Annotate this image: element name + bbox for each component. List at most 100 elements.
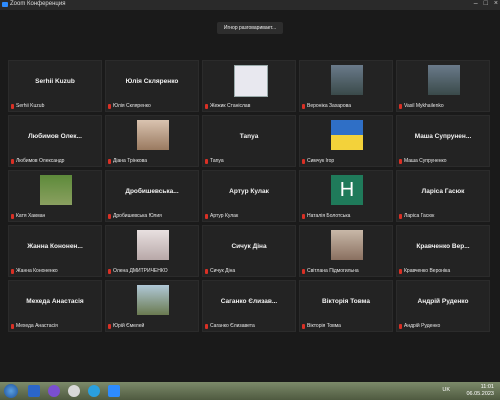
participant-tile[interactable]: Катя Хакман	[8, 170, 102, 222]
muted-mic-icon	[302, 323, 305, 329]
muted-mic-icon	[205, 103, 208, 109]
participant-name-label: Любимов Олександр	[16, 158, 65, 164]
chrome-icon[interactable]	[68, 385, 80, 397]
muted-mic-icon	[108, 268, 111, 274]
participant-name-label: Ларіса Гасюк	[404, 213, 435, 219]
participant-tile[interactable]: Ларіса Гасюк Ларіса Гасюк	[396, 170, 490, 222]
participant-tile[interactable]: Саганко Єлизав... Саганко Єлизавета	[202, 280, 296, 332]
word-icon[interactable]	[28, 385, 40, 397]
participant-tile[interactable]: Жежик Станіслав	[202, 60, 296, 112]
participant-name-label: Артур Кулак	[210, 213, 239, 219]
participant-tile[interactable]: Вероніка Захарова	[299, 60, 393, 112]
participant-name-label: Вероніка Захарова	[307, 103, 351, 109]
participant-caption: Юрій Ємелей	[108, 323, 144, 329]
participant-name-label: Сичук Діна	[210, 268, 236, 274]
participant-tile[interactable]: Жанна Кононен... Жанна Кононенко	[8, 225, 102, 277]
participant-caption: Олена ДМИТРИЧЕНКО	[108, 268, 168, 274]
zoom-taskbar-icon[interactable]	[108, 385, 120, 397]
participant-tile[interactable]: Діана Трінкова	[105, 115, 199, 167]
muted-mic-icon	[302, 213, 305, 219]
participant-name-label: Андрій Руденко	[404, 323, 441, 329]
participant-name-label: Юлія Скляренко	[113, 103, 151, 109]
participant-display-name: Артур Кулак	[229, 188, 269, 195]
participant-name-label: Саганко Єлизавета	[210, 323, 255, 329]
participant-avatar	[331, 65, 363, 95]
participant-display-name: Сичук Діна	[231, 243, 267, 250]
window-title: Zoom Конференция	[10, 1, 66, 7]
participant-display-name: Маша Супрунен...	[414, 133, 472, 140]
participant-caption: Serhii Kuzub	[11, 103, 44, 109]
muted-mic-icon	[399, 103, 402, 109]
participant-name-label: Жанна Кононенко	[16, 268, 58, 274]
participant-name-label: Катя Хакман	[16, 213, 46, 219]
maximize-icon[interactable]: □	[484, 0, 488, 7]
participant-avatar	[234, 65, 268, 97]
muted-mic-icon	[108, 323, 111, 329]
muted-mic-icon	[205, 323, 208, 329]
participant-name-label: Світлана Підмогильна	[307, 268, 359, 274]
participant-name-label: Маша Супруненко	[404, 158, 447, 164]
start-button[interactable]	[4, 384, 18, 398]
participant-name-label: Олена ДМИТРИЧЕНКО	[113, 268, 168, 274]
participant-display-name: Serhii Kuzub	[35, 78, 75, 85]
participant-grid: Serhii Kuzub Serhii Kuzub Юлія Скляренко Юл…	[8, 60, 492, 332]
participant-tile[interactable]: Світлана Підмогильна	[299, 225, 393, 277]
participant-avatar	[331, 230, 363, 260]
participant-display-name: Андрій Руденко	[417, 298, 469, 305]
participant-caption: Vasil Mykhailenko	[399, 103, 444, 109]
participant-caption: Маша Супруненко	[399, 158, 447, 164]
participant-tile[interactable]: Вікторія Товма Вікторія Товма	[299, 280, 393, 332]
participant-tile[interactable]: Симчук Ігор	[299, 115, 393, 167]
active-speaker-indicator: Игнор разговаривает...	[217, 22, 283, 34]
zoom-logo-icon	[2, 2, 8, 7]
participant-display-name: Жанна Кононен...	[27, 243, 83, 250]
participant-tile[interactable]: Андрій Руденко Андрій Руденко	[396, 280, 490, 332]
participant-caption: Вікторія Товма	[302, 323, 341, 329]
participant-caption: Любимов Олександр	[11, 158, 64, 164]
muted-mic-icon	[205, 268, 208, 274]
participant-caption: Жежик Станіслав	[205, 103, 250, 109]
participant-avatar	[137, 120, 169, 150]
muted-mic-icon	[205, 213, 208, 219]
language-indicator[interactable]: UK	[442, 387, 450, 393]
participant-tile[interactable]: Юлія Скляренко Юлія Скляренко	[105, 60, 199, 112]
close-icon[interactable]: ×	[494, 0, 498, 7]
participant-caption: Катя Хакман	[11, 213, 45, 219]
participant-tile[interactable]: Мехеда Анастасія Мехеда Анастасія	[8, 280, 102, 332]
muted-mic-icon	[108, 103, 111, 109]
muted-mic-icon	[302, 158, 305, 164]
clock[interactable]: 11:01 06.05.2023	[466, 384, 494, 398]
participant-tile[interactable]: Олена ДМИТРИЧЕНКО	[105, 225, 199, 277]
participant-tile[interactable]: Кравченко Вер... Кравченко Вероніка	[396, 225, 490, 277]
muted-mic-icon	[11, 103, 14, 109]
participant-tile[interactable]: Vasil Mykhailenko	[396, 60, 490, 112]
muted-mic-icon	[11, 323, 14, 329]
taskbar: UK 11:01 06.05.2023	[0, 382, 500, 400]
participant-tile[interactable]: Любимов Олек... Любимов Олександр	[8, 115, 102, 167]
participant-caption: Юлія Скляренко	[108, 103, 151, 109]
participant-tile[interactable]: H Наталія Болотська	[299, 170, 393, 222]
minimize-icon[interactable]: –	[474, 0, 478, 7]
participant-tile[interactable]: Таnya Таnya	[202, 115, 296, 167]
viber-icon[interactable]	[48, 385, 60, 397]
participant-name-label: Таnya	[210, 158, 224, 164]
participant-caption: Жанна Кононенко	[11, 268, 58, 274]
participant-tile[interactable]: Юрій Ємелей	[105, 280, 199, 332]
participant-display-name: Ларіса Гасюк	[421, 188, 465, 195]
muted-mic-icon	[11, 268, 14, 274]
participant-caption: Ларіса Гасюк	[399, 213, 434, 219]
participant-display-name: Саганко Єлизав...	[220, 298, 278, 305]
participant-tile[interactable]: Артур Кулак Артур Кулак	[202, 170, 296, 222]
participant-tile[interactable]: Маша Супрунен... Маша Супруненко	[396, 115, 490, 167]
participant-display-name: Любимов Олек...	[28, 133, 82, 140]
participant-tile[interactable]: Serhii Kuzub Serhii Kuzub	[8, 60, 102, 112]
participant-tile[interactable]: Дробишевська... Дробишевська Юлия	[105, 170, 199, 222]
participant-name-label: Симчук Ігор	[307, 158, 335, 164]
participant-avatar	[40, 175, 72, 205]
telegram-icon[interactable]	[88, 385, 100, 397]
participant-name-label: Вікторія Товма	[307, 323, 341, 329]
meeting-area: Игнор разговаривает... Serhii Kuzub Serhi…	[0, 10, 500, 382]
participant-tile[interactable]: Сичук Діна Сичук Діна	[202, 225, 296, 277]
muted-mic-icon	[11, 213, 14, 219]
clock-time: 11:01	[480, 384, 494, 390]
